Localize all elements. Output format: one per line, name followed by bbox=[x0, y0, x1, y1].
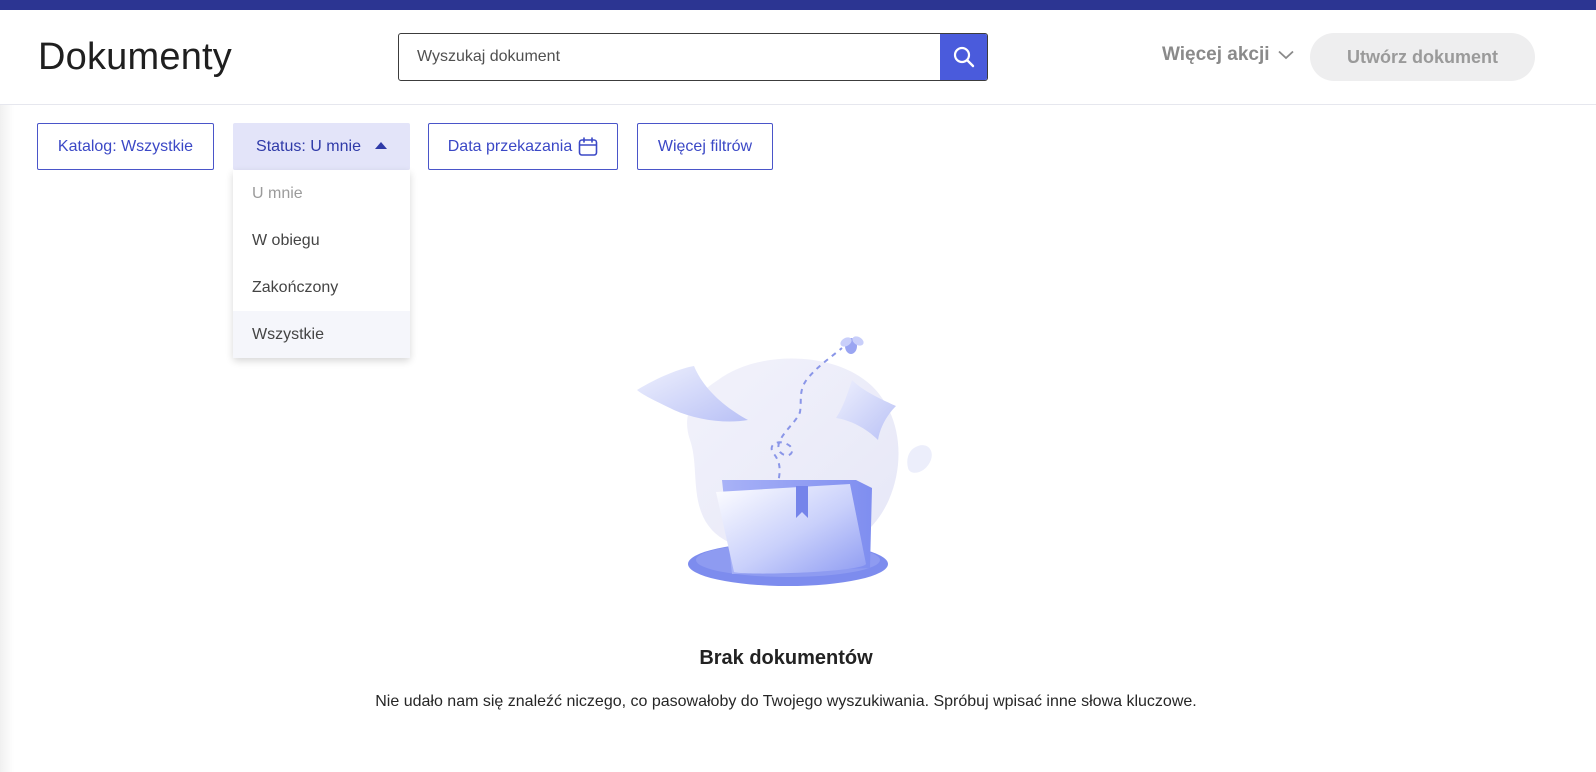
status-option-zakonczony[interactable]: Zakończony bbox=[233, 264, 410, 311]
empty-state-title: Brak dokumentów bbox=[699, 647, 873, 669]
status-filter-label: Status: U mnie bbox=[256, 137, 361, 155]
more-actions-button[interactable]: Więcej akcji bbox=[1162, 44, 1294, 66]
caret-up-icon bbox=[374, 142, 387, 149]
top-brand-bar bbox=[0, 0, 1596, 10]
status-dropdown-menu: U mnie W obiegu Zakończony Wszystkie bbox=[233, 170, 410, 358]
search-box bbox=[398, 33, 988, 81]
page-header: Dokumenty Więcej akcji Utwórz dokument bbox=[0, 10, 1596, 105]
empty-state-description: Nie udało nam się znaleźć niczego, co pa… bbox=[375, 693, 1197, 710]
transfer-date-filter-label: Data przekazania bbox=[447, 137, 573, 155]
chevron-down-icon bbox=[1277, 50, 1294, 60]
more-filters-label: Więcej filtrów bbox=[657, 137, 753, 155]
page-title: Dokumenty bbox=[38, 36, 232, 78]
more-actions-label: Więcej akcji bbox=[1162, 44, 1270, 65]
catalog-filter-label: Katalog: Wszystkie bbox=[57, 137, 194, 155]
status-filter-button[interactable]: Status: U mnie bbox=[233, 123, 410, 170]
more-filters-button[interactable]: Więcej filtrów bbox=[637, 123, 773, 170]
status-option-w-obiegu[interactable]: W obiegu bbox=[233, 217, 410, 264]
status-option-wszystkie[interactable]: Wszystkie bbox=[233, 311, 410, 358]
transfer-date-filter-button[interactable]: Data przekazania bbox=[428, 123, 618, 170]
empty-folder-illustration bbox=[637, 336, 932, 586]
catalog-filter-button[interactable]: Katalog: Wszystkie bbox=[37, 123, 214, 170]
search-input[interactable] bbox=[399, 34, 939, 80]
search-icon bbox=[953, 46, 974, 68]
calendar-icon bbox=[578, 136, 598, 156]
search-button[interactable] bbox=[940, 34, 987, 80]
create-document-button[interactable]: Utwórz dokument bbox=[1310, 33, 1535, 81]
status-option-u-mnie[interactable]: U mnie bbox=[233, 170, 410, 217]
